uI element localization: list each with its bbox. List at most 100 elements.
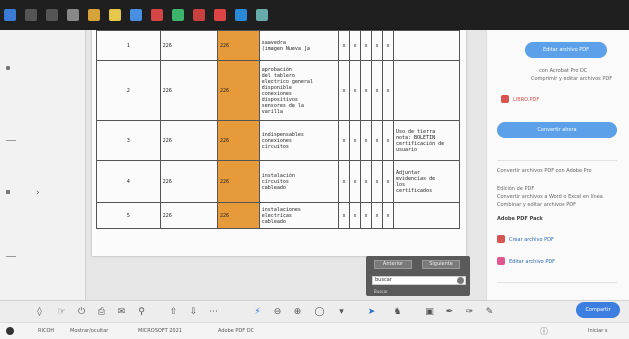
status-item[interactable]: RICOH	[38, 328, 54, 334]
chevron-left-icon[interactable]: ›	[36, 188, 40, 198]
cell-mark: x	[370, 202, 383, 229]
find-input[interactable]: buscar	[372, 276, 466, 285]
cell-note: Adjuntar evidencias de los certificados	[392, 160, 461, 203]
cell-mark: x	[337, 120, 350, 161]
lightning-icon[interactable]: ⚡	[252, 306, 263, 317]
app-icon[interactable]	[256, 9, 268, 21]
status-item[interactable]: MICROSOFT 2021	[138, 328, 182, 334]
document-page: 1 226 226 saavedra (imagen Nueva [a x x x x x 2 22…	[92, 30, 466, 256]
pen-icon[interactable]: ✒	[444, 306, 455, 317]
next-button[interactable]: Siguiente	[422, 260, 460, 269]
print-icon[interactable]: ⎙	[96, 306, 107, 317]
status-bar: RICOH Mostrar/ocultar MICROSOFT 2021 Ado…	[0, 322, 629, 339]
zoom-in-icon[interactable]: ⊕	[292, 306, 303, 317]
cursor-icon[interactable]: ➤	[366, 306, 377, 317]
panel-divider	[6, 140, 16, 141]
cell-highlight: 226	[216, 160, 260, 203]
cell-highlight: 226	[216, 30, 260, 61]
find-label: Buscar	[374, 289, 388, 294]
power-icon[interactable]: ⏻	[76, 306, 87, 317]
left-panel: › ✕	[0, 30, 86, 331]
convert-button[interactable]: Convertir ahora	[497, 122, 617, 138]
cell-mark: x	[348, 160, 361, 203]
up-icon[interactable]: ⇧	[168, 306, 179, 317]
cell-mark: x	[370, 60, 383, 121]
cell-mark: x	[337, 60, 350, 121]
dropdown-icon[interactable]: ▾	[336, 306, 347, 317]
select-icon[interactable]: ◊	[34, 306, 45, 317]
cell-mark: x	[381, 60, 394, 121]
app-icon[interactable]	[151, 9, 163, 21]
cell-mark: x	[348, 202, 361, 229]
search-icon[interactable]	[25, 9, 37, 21]
table-row: 4 226 226 instalación circuitos cableado x x x…	[96, 160, 461, 203]
table-row: 5 226 226 instalaciones electricas cableado…	[96, 202, 461, 229]
promo-text: Convertir archivos a Word o Excel en lín…	[497, 194, 603, 200]
clear-icon[interactable]	[457, 277, 464, 284]
cell-mark: x	[370, 160, 383, 203]
cell-mark: x	[348, 120, 361, 161]
windows-icon[interactable]	[4, 9, 16, 21]
hand-icon[interactable]: ☞	[56, 306, 67, 317]
cell-description: saavedra (imagen Nueva [a	[258, 30, 339, 61]
sign-in-link[interactable]: Iniciar s	[588, 328, 608, 334]
cell-mark: x	[359, 120, 372, 161]
table-row: 2 226 226 aprobación del tablero electrico …	[96, 60, 461, 121]
task-view-icon[interactable]	[46, 9, 58, 21]
cell-mark: x	[381, 202, 394, 229]
share-button[interactable]: Compartir	[576, 302, 620, 318]
chrome-icon[interactable]	[172, 9, 184, 21]
stamp-icon[interactable]: ♞	[392, 306, 403, 317]
document-viewer: 1 226 226 saavedra (imagen Nueva [a x x x x x 2 22…	[86, 30, 486, 300]
sign-icon[interactable]: ✎	[484, 306, 495, 317]
cell-description: indispensables conexiones circuitos	[258, 120, 339, 161]
status-item[interactable]: Adobe PDF DC	[218, 328, 254, 334]
cell-number: 5	[96, 202, 161, 229]
pdf-file-icon	[501, 95, 509, 103]
cell-mark: x	[348, 30, 361, 61]
comment-icon[interactable]: ▣	[424, 306, 435, 317]
app-icon[interactable]	[67, 9, 79, 21]
cell-highlight: 226	[216, 202, 260, 229]
cell-mark: x	[370, 120, 383, 161]
cell-mark: x	[337, 160, 350, 203]
zoom-out-icon[interactable]: ⊖	[272, 306, 283, 317]
cell-number: 4	[96, 160, 161, 203]
highlight-icon[interactable]: ✑	[464, 306, 475, 317]
cell-mark: x	[337, 30, 350, 61]
cell-note	[392, 202, 461, 229]
promo-text: Combinar y editar archivos PDF	[497, 202, 576, 208]
cell-code: 226	[159, 120, 218, 161]
app-icon[interactable]	[214, 9, 226, 21]
app-icon[interactable]	[130, 9, 142, 21]
cell-mark: x	[381, 30, 394, 61]
cell-note	[392, 30, 461, 61]
app-icon[interactable]	[235, 9, 247, 21]
edit-pdf-link[interactable]: Editar archivo PDF	[509, 259, 555, 265]
cell-number: 3	[96, 120, 161, 161]
cell-mark: x	[359, 60, 372, 121]
fit-icon[interactable]: ◯	[314, 306, 325, 317]
cell-description: instalaciones electricas cableado	[258, 202, 339, 229]
folder-icon[interactable]	[109, 9, 121, 21]
edit-pdf-button[interactable]: Editar archivo PDF	[525, 42, 607, 58]
panel-icon[interactable]	[6, 190, 10, 194]
cell-mark: x	[370, 30, 383, 61]
cell-mark: x	[359, 30, 372, 61]
create-pdf-link[interactable]: Crear archivo PDF	[509, 237, 554, 243]
panel-icon[interactable]	[6, 66, 10, 70]
status-item[interactable]: Mostrar/ocultar	[70, 328, 108, 334]
section-title: Adobe PDF Pack	[497, 216, 543, 222]
create-pdf-icon	[497, 235, 505, 243]
panel-divider	[6, 256, 16, 257]
zoom-icon[interactable]: ⚲	[136, 306, 147, 317]
cell-highlight: 226	[216, 120, 260, 161]
more-icon[interactable]: ⋯	[208, 306, 219, 317]
down-icon[interactable]: ⇩	[188, 306, 199, 317]
app-icon[interactable]	[193, 9, 205, 21]
promo-text: Convertir archivos PDF con Adobe Pro	[497, 168, 592, 174]
mail-icon[interactable]: ✉	[116, 306, 127, 317]
app-icon[interactable]	[88, 9, 100, 21]
previous-button[interactable]: Anterior	[374, 260, 412, 269]
help-icon[interactable]: ⓘ	[540, 326, 548, 337]
